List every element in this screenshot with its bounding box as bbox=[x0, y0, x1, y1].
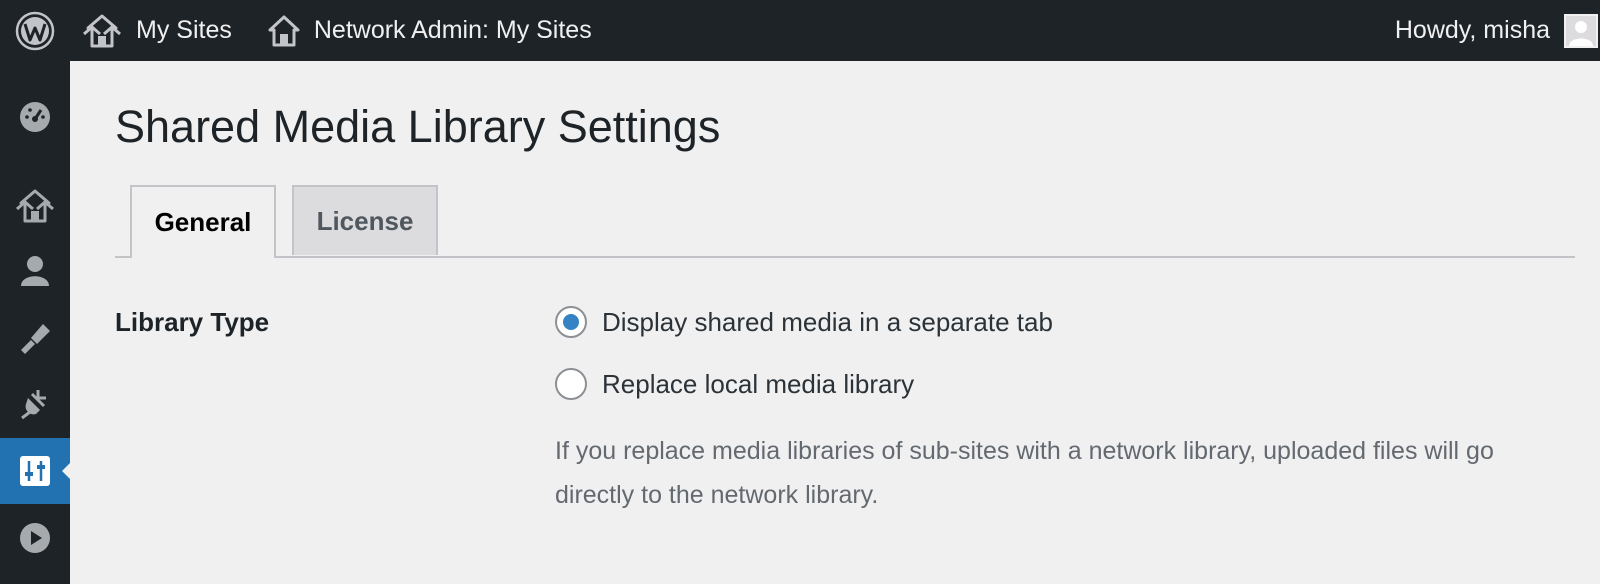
option-replace-library-label: Replace local media library bbox=[602, 368, 915, 399]
dashboard-icon bbox=[20, 102, 50, 132]
users-icon bbox=[21, 256, 49, 286]
option-separate-tab-label: Display shared media in a separate tab bbox=[602, 306, 1053, 337]
radio-separate-tab[interactable] bbox=[555, 306, 587, 338]
admin-side-menu bbox=[0, 61, 71, 584]
play-circle-icon bbox=[20, 523, 50, 553]
avatar bbox=[1564, 13, 1598, 48]
menu-sites[interactable] bbox=[0, 175, 70, 237]
howdy-text: Howdy, misha bbox=[1394, 16, 1550, 44]
admin-bar: My Sites Network Admin: My Sites Howdy, … bbox=[0, 0, 1600, 61]
home-icon bbox=[268, 15, 300, 46]
wordpress-logo-button[interactable] bbox=[0, 0, 70, 61]
option-separate-tab[interactable]: Display shared media in a separate tab bbox=[555, 306, 1053, 338]
nav-tabs: General License bbox=[115, 185, 1575, 258]
option-replace-library[interactable]: Replace local media library bbox=[555, 368, 914, 400]
my-sites-label: My Sites bbox=[136, 16, 232, 44]
network-admin-label: Network Admin: My Sites bbox=[313, 16, 592, 44]
my-sites-icon bbox=[16, 189, 54, 223]
network-admin-menu[interactable]: Network Admin: My Sites bbox=[268, 0, 592, 61]
tab-general[interactable]: General bbox=[130, 185, 276, 258]
tab-license[interactable]: License bbox=[292, 185, 438, 255]
plugins-icon bbox=[21, 390, 46, 420]
radio-checked-dot bbox=[563, 314, 579, 330]
radio-replace-library[interactable] bbox=[555, 368, 587, 400]
library-type-description: If you replace media libraries of sub-si… bbox=[555, 437, 1494, 509]
page-title: Shared Media Library Settings bbox=[115, 101, 721, 152]
wordpress-logo-icon bbox=[15, 11, 55, 50]
menu-themes[interactable] bbox=[0, 306, 70, 368]
settings-sliders-icon bbox=[20, 456, 50, 486]
my-sites-icon bbox=[83, 14, 121, 47]
appearance-brush-icon bbox=[21, 324, 50, 354]
my-sites-menu[interactable]: My Sites bbox=[82, 0, 232, 61]
menu-plugins[interactable] bbox=[0, 372, 70, 434]
avatar-icon bbox=[1569, 20, 1593, 46]
library-type-label: Library Type bbox=[115, 307, 270, 337]
my-account-menu[interactable]: Howdy, misha bbox=[1395, 0, 1600, 61]
menu-media-player[interactable] bbox=[0, 507, 70, 569]
menu-dashboard[interactable] bbox=[0, 86, 70, 148]
menu-users[interactable] bbox=[0, 240, 70, 302]
menu-settings[interactable] bbox=[0, 438, 71, 504]
